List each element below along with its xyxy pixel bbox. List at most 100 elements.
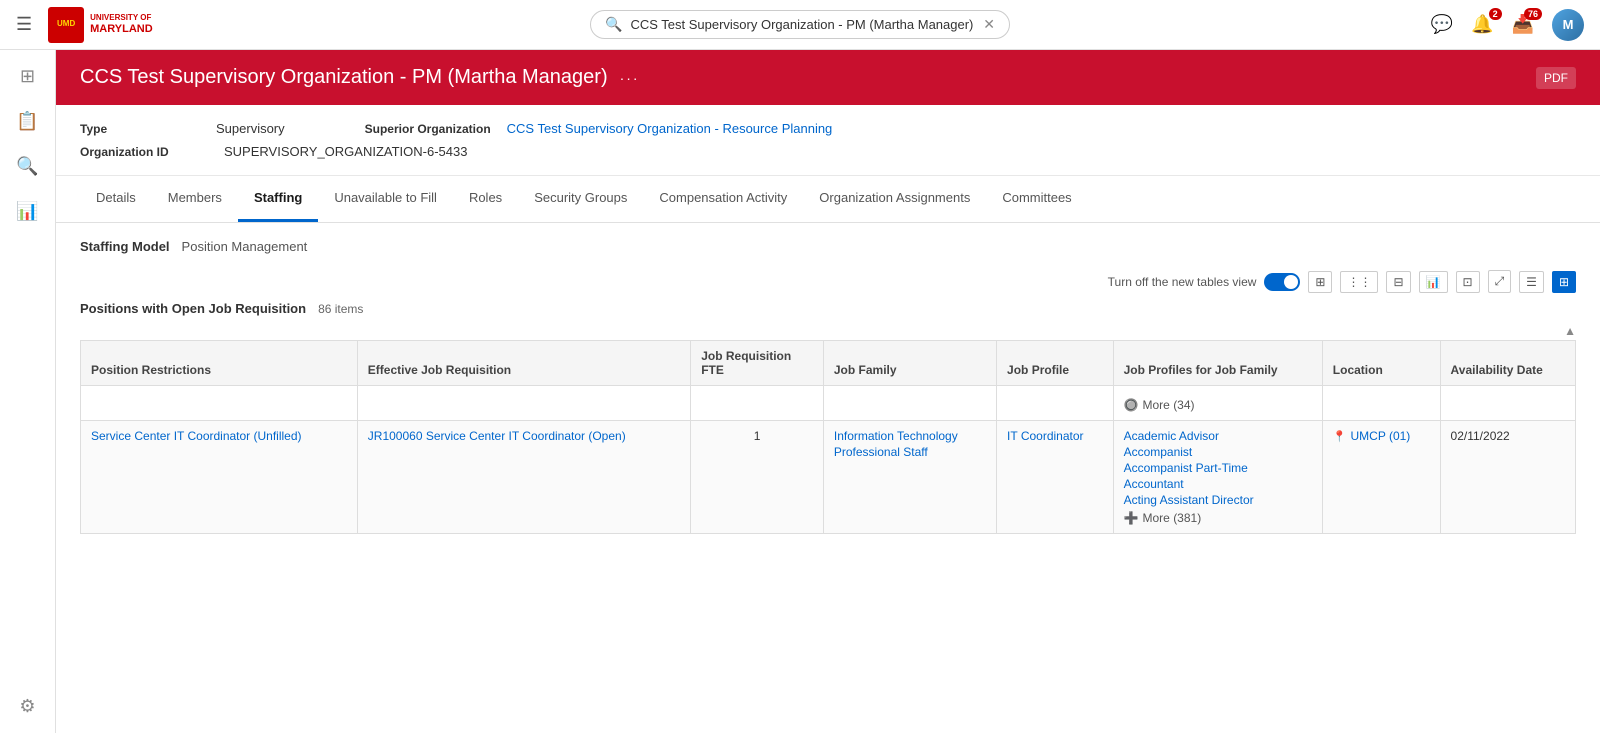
job-family-line2-link[interactable]: Professional Staff	[834, 445, 986, 459]
search-magnifier-icon: 🔍	[605, 16, 622, 33]
cell-req-filter	[357, 386, 690, 421]
cell-availability-date: 02/11/2022	[1440, 421, 1575, 534]
table-controls: Turn off the new tables view ⊞ ⋮⋮ ⊟ 📊 ⊡ …	[80, 270, 1576, 293]
list-view-btn[interactable]: ☰	[1519, 271, 1544, 293]
hamburger-icon[interactable]: ☰	[16, 14, 32, 35]
positions-table: Position Restrictions Effective Job Requ…	[80, 340, 1576, 534]
cell-position-restriction: Service Center IT Coordinator (Unfilled)	[81, 421, 358, 534]
filter-btn[interactable]: ⊟	[1386, 271, 1410, 293]
scroll-up-icon[interactable]: ▲	[1564, 324, 1576, 338]
page-header: CCS Test Supervisory Organization - PM (…	[56, 50, 1600, 105]
more-381-link[interactable]: ➕ More (381)	[1124, 511, 1312, 525]
cell-fte-filter	[691, 386, 824, 421]
umd-shield-icon: UMD	[48, 7, 84, 43]
tab-roles[interactable]: Roles	[453, 176, 518, 222]
toggle-knob	[1284, 275, 1298, 289]
tab-members[interactable]: Members	[152, 176, 238, 222]
cell-profile-filter	[997, 386, 1114, 421]
pdf-button[interactable]: PDF	[1536, 67, 1576, 89]
inbox-icon[interactable]: 📥 76	[1512, 14, 1534, 35]
job-family-line1-link[interactable]: Information Technology	[834, 429, 986, 443]
tab-security-groups[interactable]: Security Groups	[518, 176, 643, 222]
cell-fte: 1	[691, 421, 824, 534]
item-count: 86 items	[318, 302, 363, 316]
sidebar-settings-icon[interactable]: ⚙	[19, 696, 35, 717]
org-id-row: Organization ID SUPERVISORY_ORGANIZATION…	[80, 144, 1576, 159]
chat-icon[interactable]: 💬	[1431, 14, 1453, 35]
col-availability: Availability Date	[1440, 341, 1575, 386]
fullscreen-btn[interactable]: ⤢	[1488, 270, 1512, 293]
new-tables-toggle[interactable]	[1264, 273, 1300, 291]
org-id-label: Organization ID	[80, 145, 200, 159]
col-effective-job-req: Effective Job Requisition	[357, 341, 690, 386]
nav-left: ☰ UMD UNIVERSITY OF MARYLAND	[16, 7, 153, 43]
main-content: CCS Test Supervisory Organization - PM (…	[56, 50, 1600, 733]
tab-compensation[interactable]: Compensation Activity	[643, 176, 803, 222]
search-bar[interactable]: 🔍 ✕	[590, 10, 1010, 39]
top-nav: ☰ UMD UNIVERSITY OF MARYLAND 🔍 ✕ 💬 🔔 2 📥…	[0, 0, 1600, 50]
bell-icon[interactable]: 🔔 2	[1471, 14, 1493, 35]
inbox-badge: 76	[1524, 8, 1542, 20]
cell-location-filter	[1322, 386, 1440, 421]
col-job-profile: Job Profile	[997, 341, 1114, 386]
table-title: Positions with Open Job Requisition	[80, 301, 306, 316]
more-options-icon[interactable]: ···	[620, 70, 640, 86]
superior-org-label: Superior Organization	[365, 122, 491, 136]
tab-details[interactable]: Details	[80, 176, 152, 222]
tab-committees[interactable]: Committees	[986, 176, 1087, 222]
info-section: Type Supervisory Superior Organization C…	[56, 105, 1600, 176]
staffing-model-row: Staffing Model Position Management	[80, 239, 1576, 254]
avatar[interactable]: M	[1552, 9, 1584, 41]
staffing-model-label: Staffing Model	[80, 239, 170, 254]
page-title: CCS Test Supervisory Organization - PM (…	[80, 66, 640, 89]
location-row: 📍 UMCP (01)	[1333, 429, 1430, 443]
type-label: Type	[80, 122, 200, 136]
tab-staffing[interactable]: Staffing	[238, 176, 318, 222]
bar-chart-btn[interactable]: 📊	[1419, 271, 1448, 293]
column-select-btn[interactable]: ⋮⋮	[1340, 271, 1378, 293]
more-381-icon: ➕	[1124, 511, 1139, 525]
col-fte: Job RequisitionFTE	[691, 341, 824, 386]
cell-avail-filter	[1440, 386, 1575, 421]
bell-badge: 2	[1489, 8, 1502, 20]
content-area: Staffing Model Position Management Turn …	[56, 223, 1600, 550]
tab-org-assignments[interactable]: Organization Assignments	[803, 176, 986, 222]
pdf-button-area: PDF	[1536, 67, 1576, 89]
sidebar-grid-icon[interactable]: ⊞	[20, 66, 35, 87]
nav-right: 💬 🔔 2 📥 76 M	[1431, 9, 1584, 41]
col-job-family: Job Family	[823, 341, 996, 386]
grid-tiles-btn[interactable]: ⊞	[1552, 271, 1576, 293]
cell-job-family: Information Technology Professional Staf…	[823, 421, 996, 534]
accompanist-link[interactable]: Accompanist	[1124, 445, 1312, 459]
accompanist-pt-link[interactable]: Accompanist Part-Time	[1124, 461, 1312, 475]
sidebar: ⊞ 📋 🔍 📊 ⚙	[0, 50, 56, 733]
acting-asst-director-link[interactable]: Acting Assistant Director	[1124, 493, 1312, 507]
tab-unavailable[interactable]: Unavailable to Fill	[318, 176, 453, 222]
tab-bar: Details Members Staffing Unavailable to …	[56, 176, 1600, 223]
cell-job-profile: IT Coordinator	[997, 421, 1114, 534]
superior-org-link[interactable]: CCS Test Supervisory Organization - Reso…	[507, 121, 833, 136]
cell-location: 📍 UMCP (01)	[1322, 421, 1440, 534]
search-clear-icon[interactable]: ✕	[983, 16, 995, 33]
cell-profiles-family-filter[interactable]: 🔘 More (34)	[1113, 386, 1322, 421]
accountant-link[interactable]: Accountant	[1124, 477, 1312, 491]
job-profile-link[interactable]: IT Coordinator	[1007, 429, 1103, 443]
sidebar-search-icon[interactable]: 🔍	[16, 156, 38, 177]
grid-view-btn[interactable]: ⊡	[1456, 271, 1480, 293]
academic-advisor-link[interactable]: Academic Advisor	[1124, 429, 1312, 443]
sidebar-chart-icon[interactable]: 📊	[16, 201, 38, 222]
more-34-link[interactable]: 🔘 More (34)	[1124, 398, 1312, 412]
cell-effective-job-req: JR100060 Service Center IT Coordinator (…	[357, 421, 690, 534]
staffing-model-value: Position Management	[182, 239, 308, 254]
location-link[interactable]: UMCP (01)	[1351, 429, 1411, 443]
logo-line2: MARYLAND	[90, 23, 153, 36]
export-excel-btn[interactable]: ⊞	[1308, 271, 1332, 293]
search-input[interactable]	[630, 17, 975, 32]
type-value: Supervisory	[216, 121, 285, 136]
toggle-label: Turn off the new tables view	[1108, 275, 1257, 289]
sidebar-report-icon[interactable]: 📋	[16, 111, 38, 132]
table-row-filter: 🔘 More (34)	[81, 386, 1576, 421]
position-restriction-link[interactable]: Service Center IT Coordinator (Unfilled)	[91, 429, 347, 443]
job-req-link[interactable]: JR100060 Service Center IT Coordinator (…	[368, 429, 680, 443]
table-section-header: Positions with Open Job Requisition 86 i…	[80, 301, 1576, 316]
